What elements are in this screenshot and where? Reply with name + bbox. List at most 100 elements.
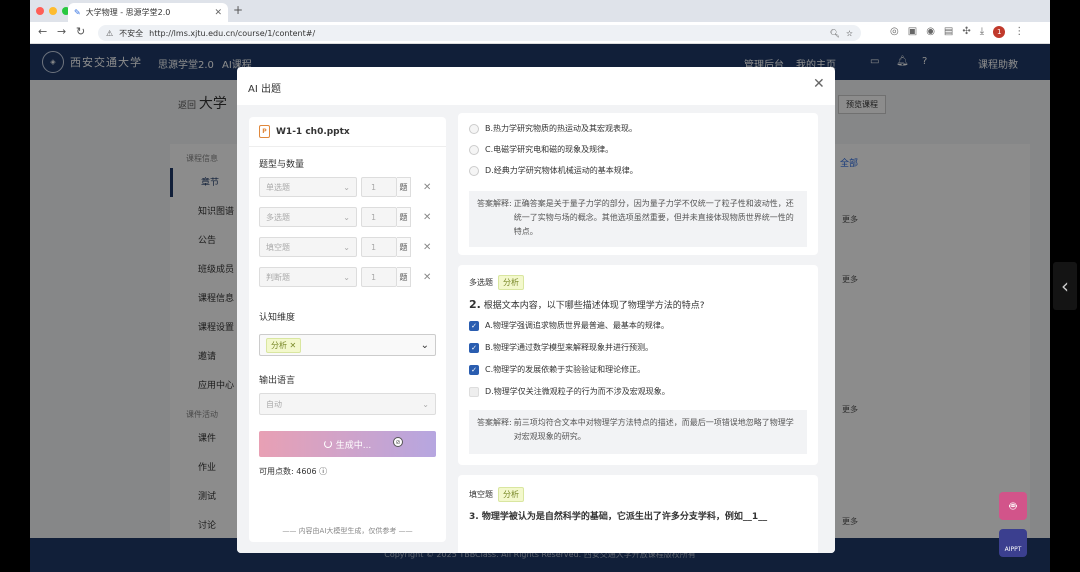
tab-favicon-icon: ✎ [74, 8, 81, 17]
select-value: 自动 [266, 399, 282, 409]
question-type-row: 填空题 ⌄ 1 题 ✕ [259, 237, 431, 257]
output-language-select[interactable]: 自动 ⌄ [259, 393, 436, 415]
minimize-window-button[interactable] [49, 7, 57, 15]
aippt-widget[interactable]: AIPPT [999, 529, 1027, 557]
question-count-input[interactable]: 1 [361, 207, 397, 227]
extension-icon[interactable]: ◎ [890, 26, 899, 38]
chevron-down-icon: ⌄ [343, 272, 350, 282]
browser-tabstrip: ✎ 大学物理 - 思源学堂2.0 ✕ + [30, 0, 1050, 22]
option: B.热力学研究物质的热运动及其宏观表现。 [469, 123, 637, 134]
question-type-select[interactable]: 单选题 ⌄ [259, 177, 357, 197]
chevron-down-icon: ⌄ [420, 339, 429, 351]
chevron-left-icon[interactable]: ‹ [1053, 262, 1077, 310]
insecure-label: 不安全 [119, 28, 144, 38]
select-value: 填空题 [266, 242, 290, 252]
explanation-text: 正确答案是关于量子力学的部分，因为量子力学不仅统一了粒子性和波动性，还统一了实物… [513, 199, 794, 236]
download-icon[interactable]: ⤓ [980, 26, 984, 38]
radio-button[interactable] [469, 144, 479, 155]
ai-assistant-robot-icon[interactable]: 🤖︎ [999, 492, 1027, 520]
question-count-input[interactable]: 1 [361, 177, 397, 197]
select-value: 判断题 [266, 272, 290, 282]
option: ✓ C.物理学的发展依赖于实验验证和理论修正。 [469, 364, 645, 375]
option-text: B.物理学通过数学模型来解释现象并进行预测。 [485, 343, 654, 352]
question-type: 多选题 分析 [469, 275, 524, 290]
question-number: 2. [469, 298, 481, 311]
remove-row-icon[interactable]: ✕ [423, 212, 431, 223]
remove-row-icon[interactable]: ✕ [423, 182, 431, 193]
reload-icon[interactable]: ↻ [76, 25, 85, 38]
section-title: 题型与数量 [259, 160, 305, 170]
tag-close-icon[interactable]: ✕ [290, 341, 297, 350]
remove-row-icon[interactable]: ✕ [423, 272, 431, 283]
browser-toolbar: ← → ↻ ⚠ 不安全 http://lms.xjtu.edu.cn/cours… [30, 22, 1050, 44]
chevron-down-icon: ⌄ [422, 399, 429, 409]
not-allowed-cursor-icon: ⊘ [393, 437, 403, 447]
close-icon[interactable]: ✕ [813, 76, 825, 92]
question-type-row: 多选题 ⌄ 1 题 ✕ [259, 207, 431, 227]
count-unit: 题 [397, 267, 411, 287]
stem-text: 根据文本内容，以下哪些描述体现了物理学方法的特点? [483, 301, 705, 311]
extension-icon[interactable]: ◉ [926, 26, 935, 38]
bookmark-star-icon[interactable]: ☆ [846, 29, 853, 38]
dimension-tag: 分析 [498, 275, 524, 290]
dimension-tag[interactable]: 分析 ✕ [266, 337, 302, 353]
extension-icons: ◎ ▣ ◉ ▤ ✣ ⤓ 1 ⋮ [890, 26, 1024, 38]
ai-question-modal: AI 出题 ✕ P W1-1 ch0.pptx 题型与数量 单选题 ⌄ 1 题 ✕… [237, 67, 835, 553]
generate-label: 生成中... [335, 440, 372, 451]
checkbox-unchecked[interactable] [469, 386, 479, 397]
profile-avatar[interactable]: 1 [993, 26, 1006, 38]
tag-label: 分析 [271, 340, 287, 350]
chevron-down-icon: ⌄ [343, 182, 350, 192]
ai-disclaimer: —— 内容由AI大模型生成，仅供参考 —— [282, 527, 413, 535]
extension-icon[interactable]: ▣ [908, 26, 917, 38]
option: ✓ B.物理学通过数学模型来解释现象并进行预测。 [469, 342, 653, 353]
option: D.物理学仅关注微观粒子的行为而不涉及宏观现象。 [469, 386, 670, 397]
checkbox-checked[interactable]: ✓ [469, 320, 479, 331]
forward-icon[interactable]: → [57, 25, 66, 38]
question-type-select[interactable]: 判断题 ⌄ [259, 267, 357, 287]
pptx-file-icon: P [259, 125, 270, 138]
checkbox-checked[interactable]: ✓ [469, 364, 479, 375]
option-text: C.电磁学研究电和磁的现象及规律。 [485, 145, 614, 154]
screen: ✎ 大学物理 - 思源学堂2.0 ✕ + ← → ↻ ⚠ 不安全 http://… [30, 0, 1050, 572]
select-value: 单选题 [266, 182, 290, 192]
questions-preview: B.热力学研究物质的热运动及其宏观表现。 C.电磁学研究电和磁的现象及规律。 D… [458, 113, 818, 553]
insecure-icon: ⚠ [106, 28, 114, 38]
explanation-text: 前三项均符合文本中对物理学方法特点的描述，而最后一项错误地忽略了物理学对宏观现象… [513, 418, 794, 441]
section-title: 认知维度 [259, 313, 296, 323]
new-tab-icon[interactable]: + [233, 3, 243, 17]
chevron-down-icon: ⌄ [343, 212, 350, 222]
option: ✓ A.物理学强调追求物质世界最普遍、最基本的规律。 [469, 320, 669, 331]
question-card: 多选题 分析 2. 根据文本内容，以下哪些描述体现了物理学方法的特点? ✓ A.物理… [458, 265, 818, 465]
cognitive-dimension-select[interactable]: 分析 ✕ ⌄ [259, 334, 436, 356]
modal-body: P W1-1 ch0.pptx 题型与数量 单选题 ⌄ 1 题 ✕ 多选题 ⌄ 1 … [237, 105, 835, 553]
generate-button[interactable]: 生成中... [259, 431, 436, 457]
radio-button[interactable] [469, 165, 479, 176]
question-count-input[interactable]: 1 [361, 237, 397, 257]
option-text: A.物理学强调追求物质世界最普遍、最基本的规律。 [485, 321, 669, 330]
tab-title: 大学物理 - 思源学堂2.0 [85, 8, 171, 17]
zoom-icon[interactable]: 🔍︎ [830, 29, 840, 38]
question-count-input[interactable]: 1 [361, 267, 397, 287]
question-type-select[interactable]: 多选题 ⌄ [259, 207, 357, 227]
info-icon[interactable]: ⓘ [319, 467, 327, 476]
question-type-select[interactable]: 填空题 ⌄ [259, 237, 357, 257]
back-icon[interactable]: ← [38, 25, 47, 38]
browser-tab[interactable]: ✎ 大学物理 - 思源学堂2.0 ✕ [68, 3, 228, 22]
extension-icon[interactable]: ▤ [944, 26, 953, 38]
close-window-button[interactable] [36, 7, 44, 15]
puzzle-icon[interactable]: ✣ [962, 26, 970, 38]
menu-dots-icon[interactable]: ⋮ [1014, 26, 1024, 38]
remove-row-icon[interactable]: ✕ [423, 242, 431, 253]
question-stem: 3. 物理学被认为是自然科学的基础，它派生出了许多分支学科，例如__1__ [469, 512, 768, 522]
checkbox-checked[interactable]: ✓ [469, 342, 479, 353]
file-name: W1-1 ch0.pptx [276, 126, 350, 137]
explanation-label: 答案解释: [477, 199, 512, 208]
option-text: D.物理学仅关注微观粒子的行为而不涉及宏观现象。 [485, 387, 670, 396]
option-text: C.物理学的发展依赖于实验验证和理论修正。 [485, 365, 646, 374]
address-bar[interactable]: ⚠ 不安全 http://lms.xjtu.edu.cn/course/1/co… [98, 25, 861, 41]
option-text: B.热力学研究物质的热运动及其宏观表现。 [485, 124, 638, 133]
answer-explanation: 答案解释: 正确答案是关于量子力学的部分，因为量子力学不仅统一了粒子性和波动性，… [469, 191, 807, 247]
radio-button[interactable] [469, 123, 479, 134]
close-tab-icon[interactable]: ✕ [214, 8, 222, 18]
